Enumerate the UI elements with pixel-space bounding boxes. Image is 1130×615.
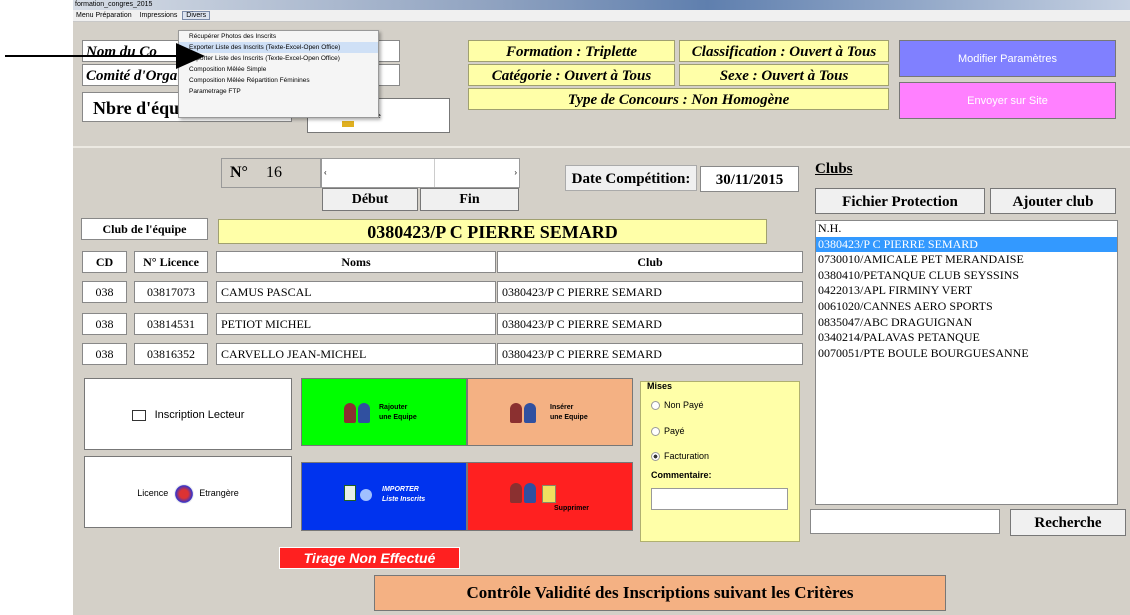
- people-icon: [510, 403, 538, 423]
- scroll-right-icon[interactable]: ›: [514, 168, 517, 177]
- menu-impressions[interactable]: Impressions: [137, 12, 181, 19]
- row2-licence[interactable]: 03814531: [134, 313, 208, 335]
- supprimer-button[interactable]: Supprimer: [467, 462, 633, 531]
- row3-licence[interactable]: 03816352: [134, 343, 208, 365]
- inscription-lecteur-label: Inscription Lecteur: [154, 409, 245, 421]
- annotation-arrow-icon: [5, 43, 205, 69]
- importer-label-2: Liste Inscrits: [382, 496, 426, 503]
- window-title: formation_congres_2015: [73, 0, 1130, 10]
- club-equipe-value: 0380423/P C PIERRE SEMARD: [218, 219, 767, 244]
- licence-etrangere-button[interactable]: Licence Etrangère: [84, 456, 292, 528]
- flag-globe-icon: [173, 483, 194, 504]
- row2-club[interactable]: 0380423/P C PIERRE SEMARD: [497, 313, 803, 335]
- radio-non-paye-label: Non Payé: [664, 400, 704, 410]
- numero-box: N° 16: [221, 158, 321, 188]
- envoyer-site-button[interactable]: Envoyer sur Site: [899, 82, 1116, 119]
- globe-icon: [360, 489, 372, 501]
- scroll-left-icon[interactable]: ‹: [324, 168, 327, 177]
- club-item[interactable]: 0340214/PALAVAS PETANQUE: [816, 330, 1117, 346]
- importer-label-1: IMPORTER: [382, 486, 419, 493]
- col-cd: CD: [82, 251, 127, 273]
- commentaire-input[interactable]: [651, 488, 788, 510]
- licence-label: Licence: [137, 488, 169, 498]
- menubar: Menu Préparation Impressions Divers: [73, 10, 1130, 22]
- club-item[interactable]: 0070051/PTE BOULE BOURGUESANNE: [816, 346, 1117, 362]
- importer-liste-button[interactable]: IMPORTER Liste Inscrits: [301, 462, 467, 531]
- club-item[interactable]: 0730010/AMICALE PET MERANDAISE: [816, 252, 1117, 268]
- etrangere-label: Etrangère: [199, 488, 239, 498]
- numero-label: N°: [230, 164, 248, 181]
- fichier-protection-button[interactable]: Fichier Protection: [815, 188, 985, 214]
- nbre-equipes-label: Nbre d'équ: [93, 98, 180, 118]
- row2-nom[interactable]: PETIOT MICHEL: [216, 313, 496, 335]
- menu-divers[interactable]: Divers: [182, 11, 211, 20]
- menu-item-parametrage-ftp[interactable]: Parametrage FTP: [179, 86, 378, 97]
- classification-box: Classification : Ouvert à Tous: [679, 40, 889, 62]
- debut-button[interactable]: Début: [322, 188, 418, 211]
- club-item[interactable]: 0061020/CANNES AERO SPORTS: [816, 299, 1117, 315]
- col-club: Club: [497, 251, 803, 273]
- controle-validite-button[interactable]: Contrôle Validité des Inscriptions suiva…: [374, 575, 946, 611]
- club-search-input[interactable]: [810, 509, 1000, 534]
- tirage-status-badge: Tirage Non Effectué: [279, 547, 460, 569]
- row1-licence[interactable]: 03817073: [134, 281, 208, 303]
- row3-club[interactable]: 0380423/P C PIERRE SEMARD: [497, 343, 803, 365]
- modifier-parametres-button[interactable]: Modifier Paramètres: [899, 40, 1116, 77]
- club-item[interactable]: N.H.: [816, 221, 1117, 237]
- club-item[interactable]: 0835047/ABC DRAGUIGNAN: [816, 315, 1117, 331]
- club-item-selected[interactable]: 0380423/P C PIERRE SEMARD: [816, 236, 1117, 253]
- clubs-list[interactable]: N.H. 0380423/P C PIERRE SEMARD 0730010/A…: [815, 220, 1118, 505]
- menu-preparation[interactable]: Menu Préparation: [73, 12, 135, 19]
- row2-cd[interactable]: 038: [82, 313, 127, 335]
- radio-non-paye[interactable]: Non Payé: [651, 400, 704, 411]
- club-item[interactable]: 0380410/PETANQUE CLUB SEYSSINS: [816, 268, 1117, 284]
- rajouter-equipe-button[interactable]: Rajouter une Equipe: [301, 378, 467, 446]
- club-recherche-button[interactable]: Recherche: [1010, 509, 1126, 536]
- row3-nom[interactable]: CARVELLO JEAN-MICHEL: [216, 343, 496, 365]
- mises-group: Mises Non Payé Payé Facturation Commenta…: [640, 381, 800, 542]
- numero-value: 16: [265, 164, 282, 181]
- club-equipe-label: Club de l'équipe: [81, 218, 208, 240]
- categorie-box: Catégorie : Ouvert à Tous: [468, 64, 675, 86]
- inserer-label-1: Insérer: [550, 404, 574, 411]
- ajouter-club-button[interactable]: Ajouter club: [990, 188, 1116, 214]
- radio-facturation[interactable]: Facturation: [651, 451, 710, 462]
- inserer-label-2: une Equipe: [550, 414, 588, 421]
- sexe-box: Sexe : Ouvert à Tous: [679, 64, 889, 86]
- scroll-thumb[interactable]: [434, 159, 435, 187]
- inscription-lecteur-button[interactable]: Inscription Lecteur: [84, 378, 292, 450]
- inserer-equipe-button[interactable]: Insérer une Equipe: [467, 378, 633, 446]
- formation-box: Formation : Triplette: [468, 40, 675, 62]
- trash-icon: [542, 485, 556, 503]
- rajouter-label-2: une Equipe: [379, 414, 417, 421]
- row1-club[interactable]: 0380423/P C PIERRE SEMARD: [497, 281, 803, 303]
- card-reader-icon: [131, 409, 146, 421]
- clubs-title: Clubs: [815, 161, 853, 177]
- rajouter-label-1: Rajouter: [379, 404, 408, 411]
- col-noms: Noms: [216, 251, 496, 273]
- row1-nom[interactable]: CAMUS PASCAL: [216, 281, 496, 303]
- date-label: Date Compétition:: [565, 165, 697, 191]
- spreadsheet-icon: [344, 485, 356, 501]
- commentaire-label: Commentaire:: [651, 470, 712, 480]
- header-divider: [73, 146, 1130, 148]
- menu-item-composition-melee-feminines[interactable]: Composition Mêlée Répartition Féminines: [179, 75, 378, 86]
- fin-button[interactable]: Fin: [420, 188, 519, 211]
- people-icon: [510, 483, 538, 503]
- team-scrollbar[interactable]: ‹ ›: [321, 158, 520, 188]
- search-icon: [342, 121, 354, 127]
- row1-cd[interactable]: 038: [82, 281, 127, 303]
- supprimer-label: Supprimer: [554, 505, 590, 512]
- radio-paye[interactable]: Payé: [651, 426, 685, 437]
- date-competition-field[interactable]: 30/11/2015: [700, 166, 799, 192]
- row3-cd[interactable]: 038: [82, 343, 127, 365]
- people-icon: [344, 403, 372, 423]
- radio-paye-label: Payé: [664, 426, 685, 436]
- col-licence: N° Licence: [134, 251, 208, 273]
- mises-title: Mises: [647, 381, 673, 391]
- type-concours-box: Type de Concours : Non Homogène: [468, 88, 889, 110]
- radio-facturation-label: Facturation: [664, 451, 710, 461]
- club-item[interactable]: 0422013/APL FIRMINY VERT: [816, 283, 1117, 299]
